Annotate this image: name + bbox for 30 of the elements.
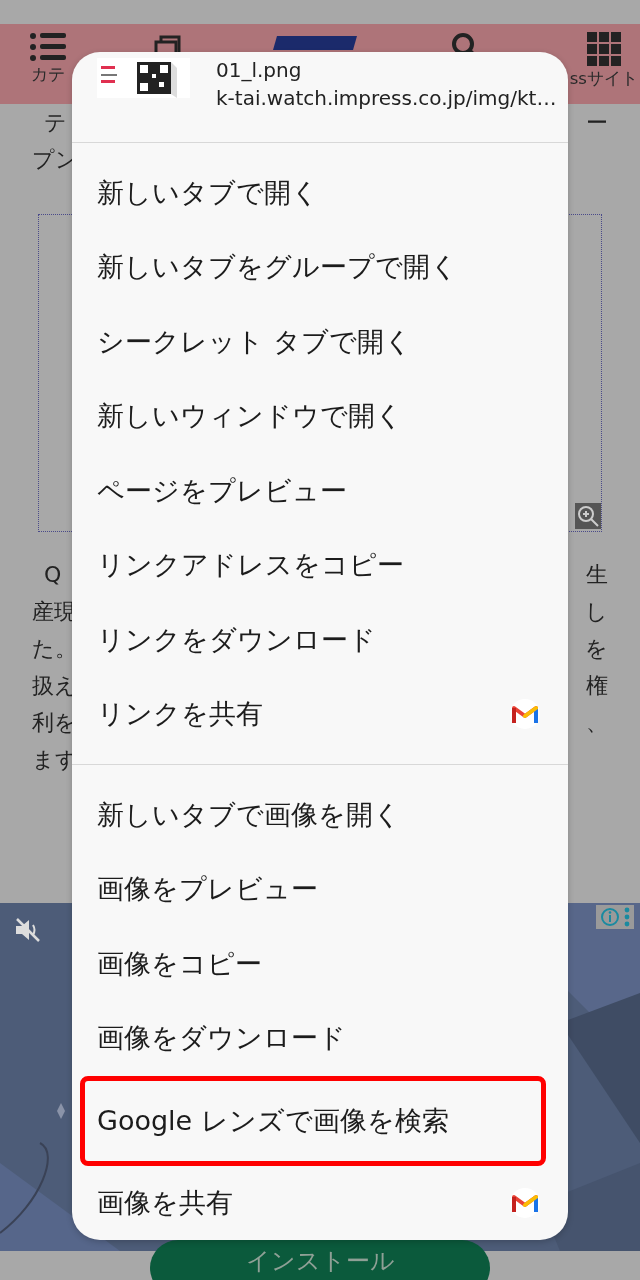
article-text: テ [44, 108, 67, 137]
mute-icon[interactable] [14, 917, 42, 943]
menu-item[interactable]: 新しいタブをグループで開く [72, 230, 568, 305]
article-text: 生 [586, 560, 608, 589]
menu-item[interactable]: 画像をコピー [72, 926, 568, 1001]
article-text: Q [44, 562, 62, 587]
menu-icon[interactable] [30, 32, 66, 62]
image-url: k-tai.watch.impress.co.jp/img/kt… [216, 86, 557, 110]
menu-item[interactable]: シークレット タブで開く [72, 304, 568, 379]
menu-item[interactable]: 新しいウィンドウで開く [72, 379, 568, 454]
nav-label[interactable]: カテ [31, 64, 65, 86]
article-text: 権 [586, 671, 608, 700]
image-filename: 01_l.png [216, 58, 303, 82]
article-text: 、 [586, 708, 608, 737]
menu-item[interactable]: Google レンズで画像を検索 [80, 1075, 546, 1166]
menu-item[interactable]: 画像を共有 [72, 1165, 568, 1240]
menu-item[interactable]: 画像をプレビュー [72, 852, 568, 927]
nav-label[interactable]: ssサイト [569, 68, 638, 90]
gmail-icon[interactable] [510, 699, 540, 730]
article-text: ー [586, 108, 608, 137]
gmail-icon[interactable] [510, 1187, 540, 1218]
menu-item[interactable]: ページをプレビュー [72, 453, 568, 528]
menu-item[interactable]: リンクアドレスをコピー [72, 528, 568, 603]
grid-icon[interactable] [586, 32, 621, 66]
menu-item[interactable]: 新しいタブで開く [72, 155, 568, 230]
menu-item[interactable]: 画像をダウンロード [72, 1001, 568, 1076]
zoom-icon[interactable] [575, 503, 601, 529]
article-text: し [585, 597, 608, 626]
article-text: を [585, 634, 608, 663]
menu-item[interactable]: 新しいタブで画像を開く [72, 777, 568, 852]
